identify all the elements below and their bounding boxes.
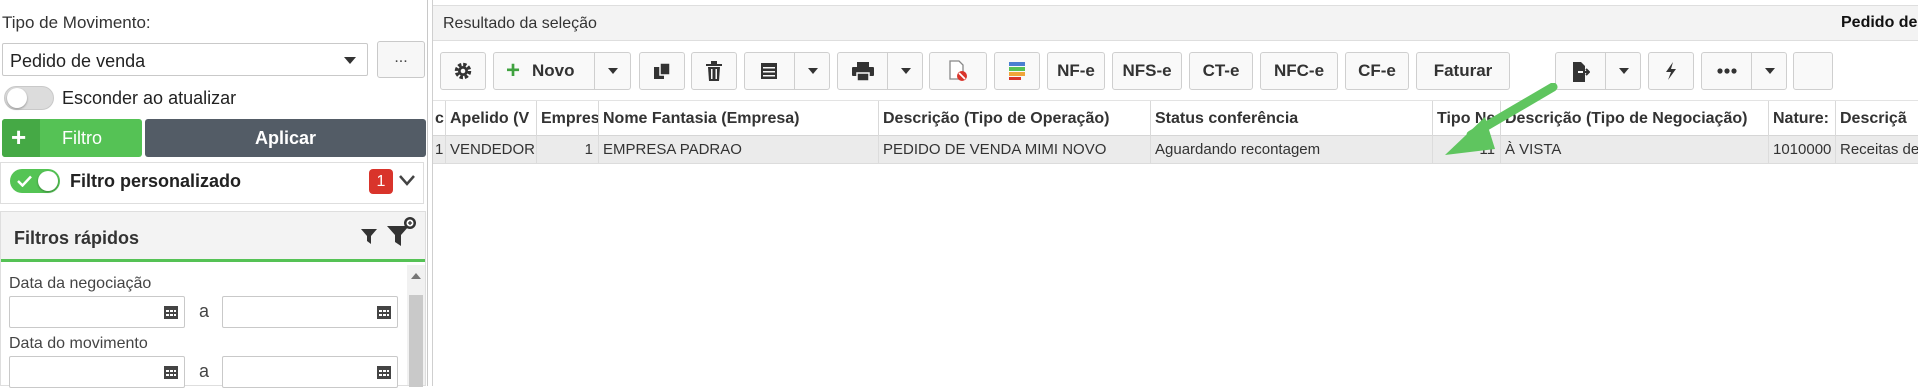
movement-date-start-input[interactable] [9,356,185,388]
more-options-button[interactable]: ... [377,41,425,78]
table-cell: EMPRESA PADRAO [599,136,879,164]
range-separator: a [199,361,210,381]
column-header[interactable]: Nome Fantasia (Empresa) [599,101,879,137]
nfe-button[interactable]: NF-e [1047,52,1105,90]
more-actions-dropdown-toggle[interactable] [1751,53,1787,89]
export-button[interactable] [1555,52,1641,90]
scrollbar-thumb[interactable] [409,295,423,387]
table-cell: Aguardando recontagem [1151,136,1433,164]
quick-filters-scrollbar[interactable] [407,265,425,387]
export-icon [1572,62,1590,82]
chevron-down-icon[interactable] [399,175,415,186]
nfse-button[interactable]: NFS-e [1112,52,1182,90]
toggle-knob [7,88,27,108]
table-cell: 1010000 [1769,136,1836,164]
calendar-icon[interactable] [163,304,179,320]
column-header[interactable]: Status conferência [1151,101,1433,137]
print-icon [852,62,874,81]
add-filter-icon[interactable] [387,216,417,248]
movement-date-label: Data do movimento [9,335,148,352]
custom-filter-label: Filtro personalizado [70,171,242,191]
annotation-arrow-icon [1445,83,1558,155]
result-toolbar: + Novo NF-e NFS-e CT-e NFC-e CF-e Fatura… [433,48,1918,94]
plus-icon: + [506,57,521,84]
range-separator: a [199,301,210,321]
column-header[interactable]: c [433,101,446,137]
table-cell: 1 [537,136,599,164]
quick-action-button[interactable] [1648,52,1694,90]
cte-button[interactable]: CT-e [1189,52,1253,90]
stack-button[interactable] [994,52,1040,90]
apply-button[interactable]: Aplicar [145,119,426,157]
result-panel: Resultado da seleção Pedido de + Novo NF… [432,0,1918,386]
more-actions-button[interactable] [1701,52,1787,90]
quick-filters-header: Filtros rápidos [1,212,425,262]
scroll-up-icon[interactable] [411,273,421,279]
table-cell: VENDEDOR [446,136,537,164]
column-header[interactable]: Nature: [1769,101,1836,137]
movement-type-label: Tipo de Movimento: [2,13,151,32]
grid-header-row: c Apelido (V Empres Nome Fantasia (Empre… [433,100,1918,137]
movement-type-select[interactable]: Pedido de venda [2,43,368,76]
table-cell: PEDIDO DE VENDA MIMI NOVO [879,136,1151,164]
negotiation-date-start-input[interactable] [9,296,185,328]
custom-filter-count-badge: 1 [369,169,393,194]
check-icon [17,175,32,187]
filter-panel: Tipo de Movimento: Pedido de venda ... E… [0,0,428,388]
filter-icon[interactable] [361,229,377,245]
extra-toolbar-button[interactable] [1793,52,1833,90]
negotiation-date-label: Data da negociação [9,275,152,292]
list-button[interactable] [744,52,830,90]
print-dropdown-toggle[interactable] [887,53,923,89]
column-header[interactable]: Descriçã [1836,101,1918,137]
list-icon [760,62,778,80]
print-button[interactable] [837,52,923,90]
result-title: Resultado da seleção [443,15,597,32]
column-header[interactable]: Empres [537,101,599,137]
more-icon [1717,68,1737,74]
table-row[interactable]: 1 VENDEDOR 1 EMPRESA PADRAO PEDIDO DE VE… [433,136,1918,164]
calendar-icon[interactable] [376,364,392,380]
list-dropdown-toggle[interactable] [794,53,830,89]
calendar-icon[interactable] [163,364,179,380]
chevron-down-icon [344,57,356,64]
calendar-icon[interactable] [376,304,392,320]
export-dropdown-toggle[interactable] [1605,53,1641,89]
nfce-button[interactable]: NFC-e [1260,52,1338,90]
table-cell: Receitas de [1840,141,1918,158]
delete-button[interactable] [691,52,737,90]
hide-on-update-label: Esconder ao atualizar [62,88,237,108]
negotiation-date-end-input[interactable] [222,296,398,328]
new-button-label: Novo [532,61,575,80]
new-dropdown-toggle[interactable] [594,53,630,89]
cancel-document-button[interactable] [929,52,987,90]
result-header: Resultado da seleção Pedido de [433,5,1918,41]
toggle-knob [38,171,58,191]
movement-date-end-input[interactable] [222,356,398,388]
cfe-button[interactable]: CF-e [1345,52,1409,90]
quick-filters-section: Filtros rápidos Data da negociação a Dat… [0,211,426,388]
plus-icon: + [2,119,40,157]
column-header[interactable]: Descrição (Tipo de Operação) [879,101,1151,137]
custom-filter-toggle[interactable] [10,169,60,193]
filter-button[interactable]: + Filtro [2,119,142,157]
duplicate-button[interactable] [639,52,685,90]
order-title: Pedido de [1841,14,1918,31]
filter-button-label: Filtro [62,128,102,148]
quick-filters-title: Filtros rápidos [14,228,140,248]
column-header[interactable]: Apelido (V [446,101,537,137]
new-button[interactable]: + Novo [493,52,631,90]
settings-button[interactable] [440,52,486,90]
movement-type-value: Pedido de venda [10,51,146,71]
hide-on-update-toggle[interactable] [4,86,54,110]
table-cell: 1 [433,136,446,164]
